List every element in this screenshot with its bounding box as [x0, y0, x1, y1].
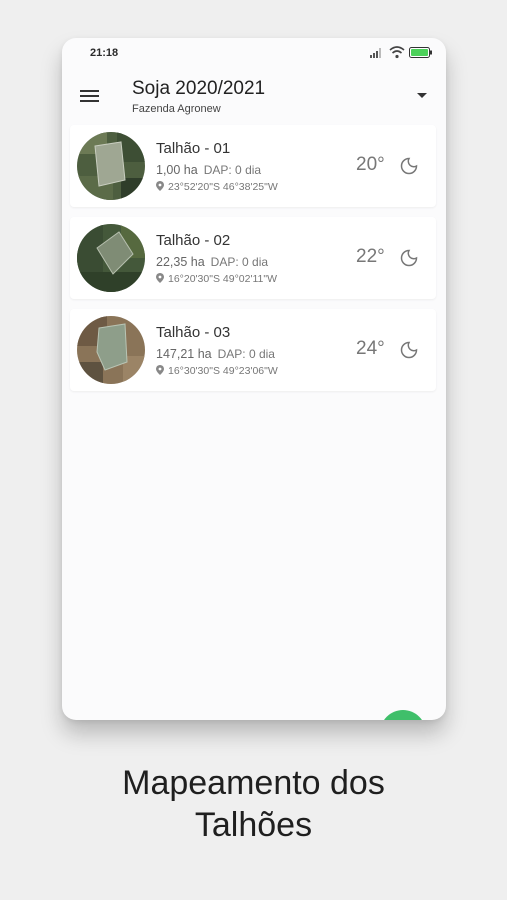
field-satellite-thumbnail	[77, 132, 145, 200]
field-temperature: 22°	[356, 246, 385, 267]
field-card-3[interactable]: Talhão - 03 147,21 ha DAP: 0 dia 16°30'30…	[70, 309, 436, 391]
caption-line-1: Mapeamento dos	[122, 764, 385, 802]
app-header: Soja 2020/2021 Fazenda Agronew	[62, 74, 446, 124]
field-area-value: 1,00 ha	[156, 163, 198, 177]
field-coords-value: 16°20'30"S 49°02'11"W	[168, 273, 277, 285]
field-area: 1,00 ha DAP: 0 dia	[156, 163, 261, 177]
field-temperature: 20°	[356, 154, 385, 175]
moon-icon	[400, 249, 418, 267]
menu-icon[interactable]	[80, 88, 100, 104]
field-coords: 16°30'30"S 49°23'06"W	[156, 365, 278, 377]
season-title[interactable]: Soja 2020/2021	[132, 78, 265, 100]
field-coords-value: 16°30'30"S 49°23'06"W	[168, 365, 278, 377]
status-bar: 21:18	[62, 38, 446, 68]
field-card-2[interactable]: Talhão - 02 22,35 ha DAP: 0 dia 16°20'30"…	[70, 217, 436, 299]
field-satellite-thumbnail	[77, 316, 145, 384]
field-name: Talhão - 02	[156, 232, 231, 249]
field-dap: DAP: 0 dia	[217, 347, 275, 361]
field-area: 147,21 ha DAP: 0 dia	[156, 347, 275, 361]
moon-icon	[400, 341, 418, 359]
add-field-fab[interactable]	[380, 710, 426, 720]
caption-line-2: Talhões	[194, 806, 313, 844]
location-pin-icon	[156, 181, 164, 191]
field-area: 22,35 ha DAP: 0 dia	[156, 255, 268, 269]
field-coords: 23°52'20"S 46°38'25"W	[156, 181, 278, 193]
field-area-value: 22,35 ha	[156, 255, 205, 269]
field-coords-value: 23°52'20"S 46°38'25"W	[168, 181, 278, 193]
field-area-value: 147,21 ha	[156, 347, 212, 361]
field-dap: DAP: 0 dia	[210, 255, 269, 269]
location-pin-icon	[156, 365, 164, 375]
field-name: Talhão - 03	[156, 324, 231, 341]
field-card-1[interactable]: Talhão - 01 1,00 ha DAP: 0 dia 23°52'20"S…	[70, 125, 436, 207]
field-dap: DAP: 0 dia	[203, 163, 262, 177]
status-icons	[370, 46, 432, 59]
field-satellite-thumbnail	[77, 224, 145, 292]
status-time: 21:18	[90, 47, 119, 59]
caret-down-icon[interactable]	[416, 92, 428, 100]
battery-icon	[409, 47, 432, 58]
field-coords: 16°20'30"S 49°02'11"W	[156, 273, 277, 285]
location-pin-icon	[156, 273, 164, 283]
field-temperature: 24°	[356, 338, 385, 359]
farm-subtitle: Fazenda Agronew	[132, 103, 221, 115]
moon-icon	[400, 157, 418, 175]
wifi-icon	[389, 46, 405, 59]
promo-caption: Mapeamento dos Talhões	[0, 762, 507, 846]
field-name: Talhão - 01	[156, 140, 231, 157]
signal-icon	[370, 48, 381, 58]
phone-screen: 21:18 Soja 2020/2021 Fazenda Agronew Tal…	[62, 38, 446, 720]
